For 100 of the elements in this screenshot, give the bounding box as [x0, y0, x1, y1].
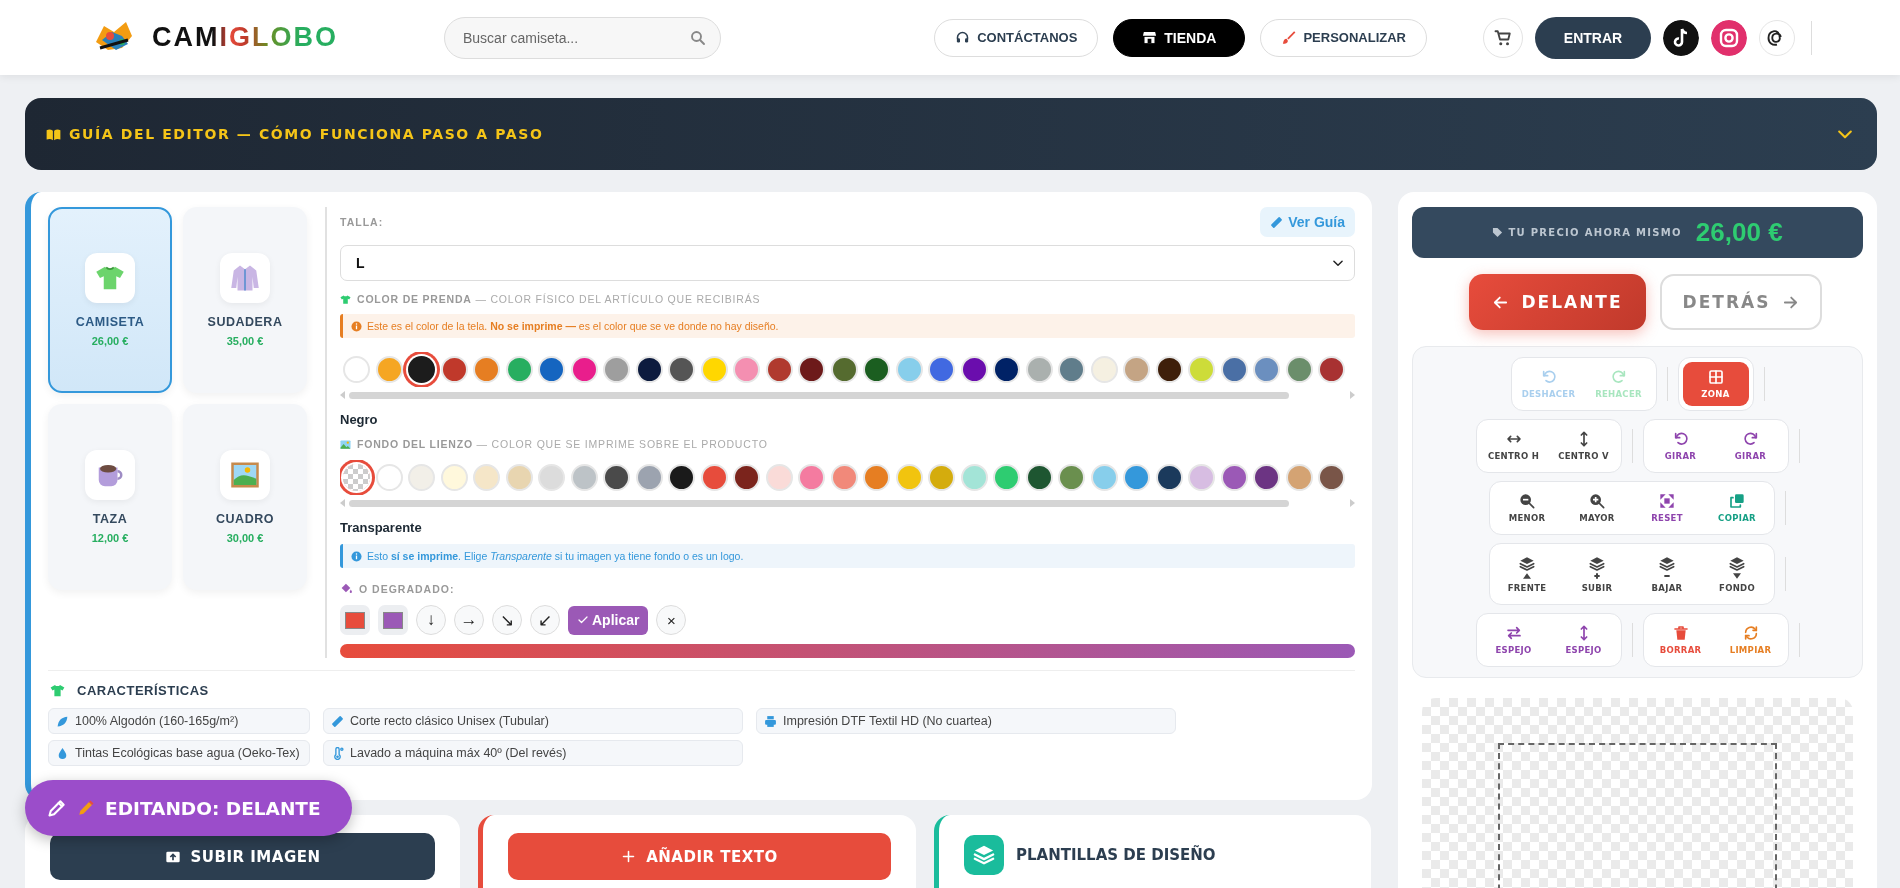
color-swatch[interactable] — [1188, 356, 1215, 383]
color-swatch[interactable] — [505, 356, 533, 383]
color-swatch[interactable] — [570, 464, 598, 491]
direction-button[interactable]: ↘ — [492, 605, 522, 635]
tool-button[interactable]: BAJAR — [1634, 548, 1700, 600]
color-swatch[interactable] — [473, 464, 500, 491]
color-swatch[interactable] — [408, 464, 435, 491]
color-swatch[interactable] — [960, 464, 988, 491]
color-swatch[interactable] — [798, 356, 825, 383]
color-swatch[interactable] — [928, 356, 955, 383]
direction-button[interactable]: → — [454, 605, 484, 635]
product-card[interactable]: CUADRO 30,00 € — [183, 404, 307, 590]
tool-button[interactable]: SUBIR — [1564, 548, 1630, 600]
color-swatch[interactable] — [570, 356, 598, 383]
scrollbar[interactable] — [349, 391, 1289, 399]
color-swatch[interactable] — [863, 464, 890, 491]
color-swatch[interactable] — [863, 356, 890, 383]
color-swatch[interactable] — [895, 464, 923, 491]
direction-button[interactable]: ↓ — [416, 605, 446, 635]
color-swatch[interactable] — [668, 464, 695, 491]
tool-button[interactable]: ZONA — [1682, 362, 1749, 406]
color-swatch[interactable] — [440, 356, 468, 383]
color-swatch[interactable] — [830, 356, 858, 383]
color-swatch[interactable] — [1123, 356, 1150, 383]
search-field[interactable]: Buscar camiseta... — [444, 16, 721, 59]
color-swatch[interactable] — [1058, 464, 1085, 491]
product-card[interactable]: TAZA 12,00 € — [48, 404, 172, 590]
color-picker[interactable] — [378, 605, 408, 635]
color-swatch[interactable] — [603, 356, 630, 383]
color-swatch[interactable] — [1253, 464, 1280, 491]
nav-button[interactable]: PERSONALIZAR — [1260, 18, 1427, 57]
guide-title[interactable]: GUÍA DEL EDITOR — CÓMO FUNCIONA PASO A PASO — [69, 126, 544, 142]
tool-button[interactable]: MENOR — [1494, 486, 1560, 530]
color-swatch[interactable] — [928, 464, 955, 491]
add-text-button[interactable]: AÑADIR TEXTO — [508, 833, 891, 880]
tool-button[interactable]: GIRAR — [1717, 424, 1784, 468]
color-swatch[interactable] — [1123, 464, 1150, 491]
color-swatch[interactable] — [993, 356, 1020, 383]
color-swatch[interactable] — [375, 356, 403, 383]
cart-button[interactable] — [1483, 17, 1523, 58]
color-swatch[interactable] — [1253, 356, 1280, 383]
color-swatch[interactable] — [733, 464, 760, 491]
color-swatch[interactable] — [1155, 464, 1183, 491]
color-swatch[interactable] — [1155, 356, 1183, 383]
color-swatch[interactable] — [798, 464, 825, 491]
side-button[interactable]: DELANTE — [1469, 274, 1646, 330]
music-note-icon[interactable] — [1663, 19, 1699, 56]
color-swatch[interactable] — [668, 356, 695, 383]
color-swatch[interactable] — [538, 356, 565, 383]
color-swatch[interactable] — [1090, 464, 1118, 491]
color-swatch[interactable] — [505, 464, 533, 491]
tool-button[interactable]: FRENTE — [1494, 548, 1560, 600]
color-swatch[interactable] — [1285, 356, 1313, 383]
color-swatch[interactable] — [1025, 464, 1053, 491]
color-swatch[interactable] — [733, 356, 760, 383]
color-swatch[interactable] — [1285, 464, 1313, 491]
color-swatch[interactable] — [1188, 464, 1215, 491]
color-swatch[interactable] — [700, 464, 728, 491]
color-swatch[interactable] — [343, 356, 370, 383]
camera-icon[interactable] — [1711, 19, 1747, 56]
color-swatch[interactable] — [1220, 356, 1248, 383]
tool-button[interactable]: ESPEJO — [1550, 618, 1617, 662]
nav-button[interactable]: TIENDA — [1113, 18, 1246, 57]
color-swatch[interactable] — [960, 356, 988, 383]
apply-button[interactable]: Aplicar — [568, 605, 649, 635]
color-swatch[interactable] — [1058, 356, 1085, 383]
color-swatch[interactable] — [635, 464, 663, 491]
tool-button[interactable]: GIRAR — [1647, 424, 1714, 468]
product-card[interactable]: SUDADERA 35,00 € — [183, 207, 307, 393]
color-swatch[interactable] — [635, 356, 663, 383]
color-swatch[interactable] — [993, 464, 1020, 491]
upload-button[interactable]: SUBIR IMAGEN — [50, 833, 435, 880]
tool-button[interactable]: CENTRO V — [1550, 424, 1617, 468]
color-swatch[interactable] — [473, 356, 500, 383]
side-button[interactable]: DETRÁS — [1660, 274, 1822, 330]
direction-button[interactable]: ↙ — [530, 605, 560, 635]
tool-button[interactable]: RESET — [1634, 486, 1700, 530]
color-swatch[interactable] — [1318, 464, 1345, 491]
color-swatch[interactable] — [830, 464, 858, 491]
product-card[interactable]: CAMISETA 26,00 € — [48, 207, 172, 393]
tool-button[interactable]: FONDO — [1704, 548, 1770, 600]
scrollbar[interactable] — [349, 499, 1289, 507]
nav-button[interactable]: CONTÁCTANOS — [934, 18, 1099, 57]
tool-button[interactable]: CENTRO H — [1480, 424, 1547, 468]
color-swatch[interactable] — [440, 464, 468, 491]
color-swatch[interactable] — [375, 464, 403, 491]
color-swatch[interactable] — [700, 356, 728, 383]
color-swatch[interactable] — [765, 356, 793, 383]
color-swatch[interactable] — [895, 356, 923, 383]
color-swatch[interactable] — [1220, 464, 1248, 491]
color-swatch[interactable] — [1090, 356, 1118, 383]
color-swatch[interactable] — [1318, 356, 1345, 383]
color-picker[interactable] — [340, 605, 370, 635]
color-swatch[interactable] — [603, 464, 630, 491]
color-swatch[interactable] — [765, 464, 793, 491]
clear-button[interactable]: × — [656, 605, 687, 635]
color-swatch[interactable] — [1025, 356, 1053, 383]
tool-button[interactable]: BORRAR — [1647, 618, 1714, 662]
login-button[interactable]: ENTRAR — [1535, 16, 1651, 59]
size-select[interactable]: L — [340, 245, 1355, 281]
